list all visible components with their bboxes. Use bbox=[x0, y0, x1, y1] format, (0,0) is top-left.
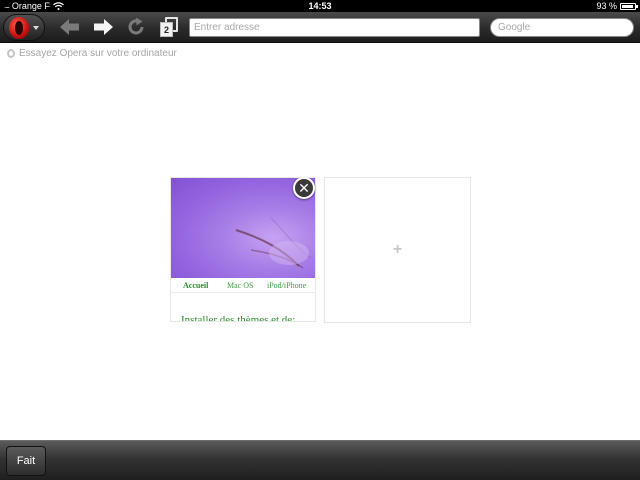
opera-logo-icon bbox=[9, 16, 29, 39]
arrow-left-icon bbox=[60, 19, 79, 35]
speed-dial-tile[interactable]: Accueil Mac OS iPod/iPhone Installer des… bbox=[170, 177, 316, 322]
opera-small-icon bbox=[7, 49, 15, 58]
add-speed-dial-button[interactable]: + bbox=[324, 177, 471, 323]
reload-icon bbox=[128, 17, 144, 35]
thumbnail-heading: Installer des thèmes et de: bbox=[181, 314, 296, 322]
thumbnail-nav-item: iPod/iPhone bbox=[267, 281, 307, 290]
opera-menu-button[interactable] bbox=[3, 14, 45, 41]
thumbnail-nav-item: Mac OS bbox=[227, 281, 254, 290]
tabs-count: 2 bbox=[160, 22, 173, 37]
close-icon: ✕ bbox=[298, 180, 310, 196]
browser-toolbar: 2 bbox=[0, 12, 640, 43]
back-button[interactable] bbox=[57, 16, 83, 38]
forward-button[interactable] bbox=[90, 16, 116, 38]
battery-fill bbox=[622, 4, 634, 8]
plus-icon: + bbox=[392, 241, 403, 258]
battery-icon bbox=[620, 2, 638, 10]
battery-status: 93 % bbox=[596, 0, 638, 12]
arrow-right-icon bbox=[94, 19, 113, 35]
battery-percent: 93 % bbox=[596, 1, 617, 11]
promo-text: Essayez Opera sur votre ordinateur bbox=[19, 48, 177, 59]
search-input[interactable] bbox=[490, 18, 634, 37]
chevron-down-icon bbox=[33, 25, 39, 30]
reload-button[interactable] bbox=[123, 16, 149, 38]
thumbnail-nav: Accueil Mac OS iPod/iPhone bbox=[171, 278, 315, 293]
opera-desktop-promo[interactable]: Essayez Opera sur votre ordinateur bbox=[7, 48, 177, 59]
bottom-bar: Fait bbox=[0, 440, 640, 480]
thumbnail-nav-item: Accueil bbox=[183, 281, 209, 290]
tabs-button[interactable]: 2 bbox=[157, 17, 179, 39]
address-input[interactable] bbox=[189, 18, 480, 37]
done-button[interactable]: Fait bbox=[6, 446, 46, 476]
remove-speed-dial-button[interactable]: ✕ bbox=[293, 177, 315, 199]
clock: 14:53 bbox=[308, 1, 332, 11]
status-bar: .... Orange F 14:53 93 % bbox=[0, 0, 640, 12]
